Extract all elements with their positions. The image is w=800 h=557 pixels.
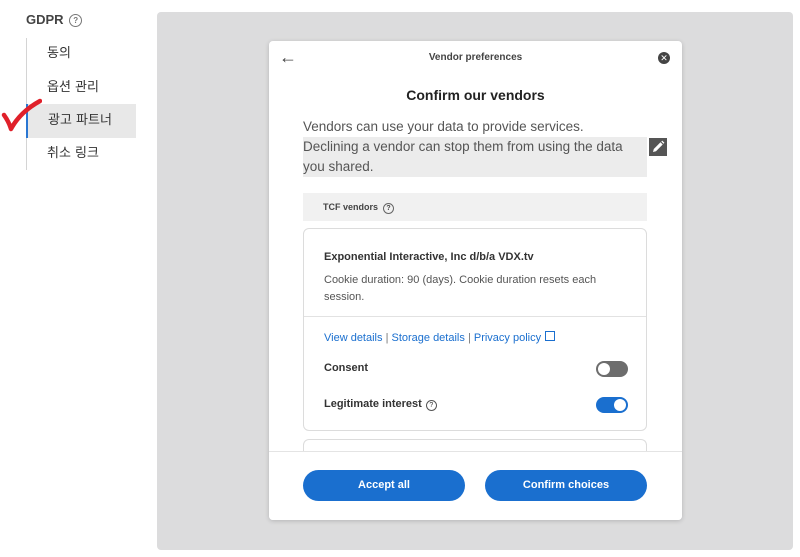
tcf-vendors-section-header: TCF vendors?	[303, 193, 647, 221]
sidebar-item-ad-partners[interactable]: 광고 파트너	[26, 104, 136, 138]
consent-toggle[interactable]	[596, 361, 628, 377]
modal-header-title: Vendor preferences	[428, 52, 523, 63]
description-line-1: Vendors can use your data to provide ser…	[303, 119, 584, 134]
confirm-choices-button[interactable]: Confirm choices	[485, 470, 647, 501]
modal-title: Confirm our vendors	[406, 87, 545, 103]
legitimate-interest-text: Legitimate interest	[324, 398, 422, 410]
tcf-vendors-label: TCF vendors	[323, 202, 379, 212]
legitimate-interest-toggle[interactable]	[596, 397, 628, 413]
accept-all-button[interactable]: Accept all	[303, 470, 465, 501]
modal-description: Vendors can use your data to provide ser…	[303, 117, 647, 177]
view-details-link[interactable]: View details	[324, 332, 383, 344]
description-line-2: Declining a vendor can stop them from us…	[303, 137, 647, 177]
card-divider	[304, 316, 646, 317]
modal-header: ← Vendor preferences ✕	[269, 41, 682, 75]
pencil-edit-icon[interactable]	[649, 138, 667, 156]
vendor-name: Exponential Interactive, Inc d/b/a VDX.t…	[324, 251, 534, 263]
sidebar-item-manage-options[interactable]: 옵션 관리	[27, 71, 137, 105]
modal-footer: Accept all Confirm choices	[269, 451, 682, 520]
vendor-card: Exponential Interactive, Inc d/b/a VDX.t…	[303, 228, 647, 431]
privacy-policy-link[interactable]: Privacy policy	[474, 332, 541, 344]
close-icon[interactable]: ✕	[658, 52, 670, 64]
sidebar-title-text: GDPR	[26, 12, 64, 27]
sidebar-item-cancel-link[interactable]: 취소 링크	[27, 137, 137, 171]
vendor-preferences-modal: ← Vendor preferences ✕ Confirm our vendo…	[269, 41, 682, 520]
cookie-duration: Cookie duration: 90 (days). Cookie durat…	[324, 274, 597, 303]
help-icon[interactable]: ?	[69, 14, 83, 27]
consent-label: Consent	[324, 362, 368, 374]
help-icon[interactable]: ?	[425, 400, 437, 411]
help-icon[interactable]: ?	[383, 203, 395, 214]
vendor-links: View details | Storage details | Privacy…	[324, 331, 556, 344]
external-link-icon[interactable]	[545, 331, 556, 341]
storage-details-link[interactable]: Storage details	[391, 332, 464, 344]
legitimate-interest-label: Legitimate interest?	[324, 398, 437, 411]
checkmark-annotation-icon	[1, 98, 42, 132]
sidebar-item-consent[interactable]: 동의	[27, 37, 137, 71]
sidebar-title: GDPR ?	[26, 12, 83, 27]
